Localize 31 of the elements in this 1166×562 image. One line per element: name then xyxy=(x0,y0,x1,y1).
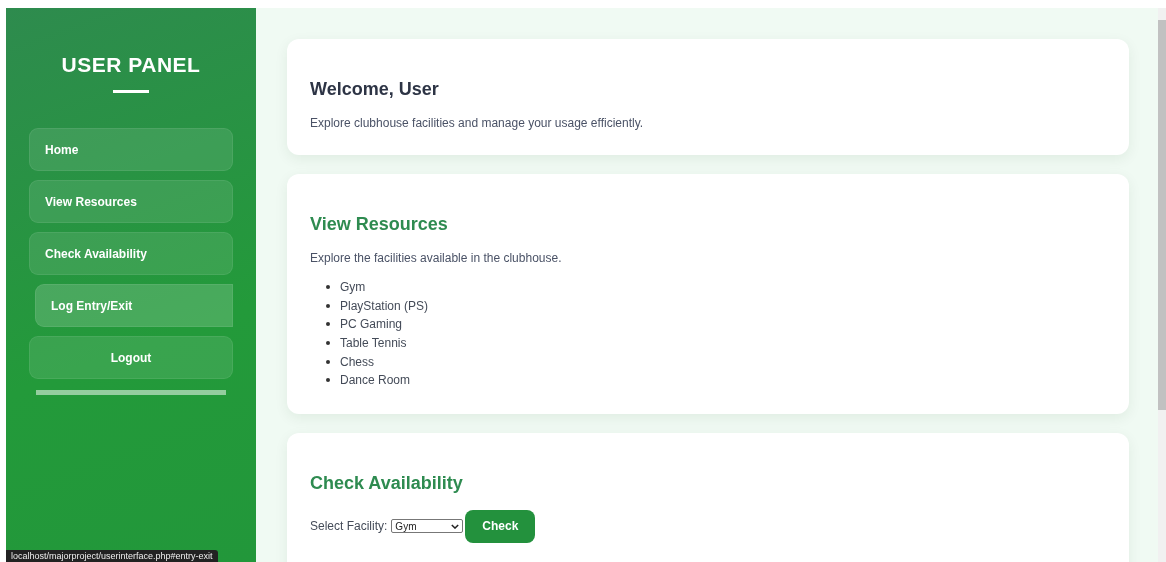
caret-icon xyxy=(451,523,460,529)
description: Explore the facilities available in the clubhouse. xyxy=(310,250,563,266)
sidebar-link[interactable]: Log Entry/Exit xyxy=(35,284,233,327)
sidebar-link[interactable]: Home xyxy=(29,128,233,171)
list-item: PC Gaming xyxy=(340,317,403,332)
list-item: Chess xyxy=(340,354,374,369)
bullet-icon xyxy=(326,341,330,346)
sidebar-link[interactable]: View Resources xyxy=(29,180,233,223)
title-underline xyxy=(113,90,149,93)
scrollbar[interactable] xyxy=(36,390,226,395)
list-item: Gym xyxy=(340,280,366,295)
heading: Check Availability xyxy=(310,471,464,495)
list-item: PlayStation (PS) xyxy=(340,298,429,313)
heading: Welcome, User xyxy=(310,78,440,101)
scrollbar[interactable] xyxy=(1158,8,1166,562)
status-url: localhost/majorproject/userinterface.php#entry-exit xyxy=(6,550,218,562)
field-label: Select Facility: xyxy=(310,519,388,534)
logout-button[interactable]: Logout xyxy=(29,336,233,379)
facility-dropdown[interactable]: Gym xyxy=(391,519,464,534)
bullet-icon xyxy=(326,303,330,308)
sidebar-link[interactable]: Check Availability xyxy=(29,232,233,275)
list-item: Table Tennis xyxy=(340,336,407,351)
heading: View Resources xyxy=(310,213,449,236)
list-item: Dance Room xyxy=(340,373,411,388)
bullet-icon xyxy=(326,285,330,290)
description: Explore clubhouse facilities and manage your usage efficiently. xyxy=(310,115,645,131)
bullet-icon xyxy=(326,322,330,327)
panel-title: USER PANEL xyxy=(61,53,201,77)
check-button[interactable]: Check xyxy=(465,509,536,543)
bullet-icon xyxy=(326,359,330,364)
bullet-icon xyxy=(326,378,330,383)
